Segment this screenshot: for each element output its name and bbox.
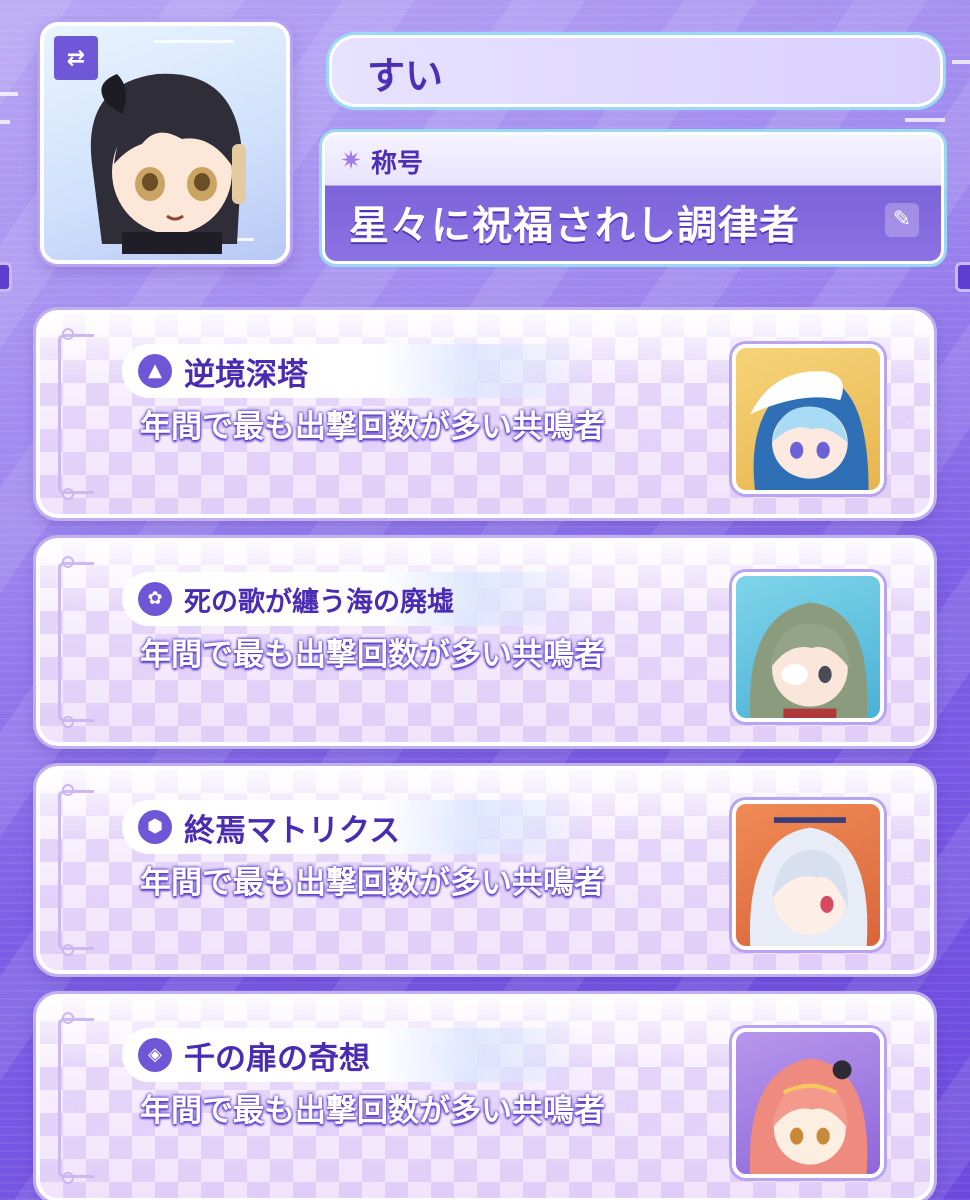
- card-bolt: [62, 1172, 74, 1184]
- glitch-line: [0, 92, 18, 96]
- stat-card: ▲ 逆境深塔 年間で最も出撃回数が多い共鳴者: [36, 310, 934, 518]
- game-mode-name: 千の扉の奇想: [184, 1040, 370, 1077]
- title-label-row: ✷ 称号: [337, 141, 423, 181]
- silver-haired-resonator-portrait: [732, 800, 884, 950]
- card-header: ✿ 死の歌が纏う海の廃墟: [122, 572, 592, 626]
- card-rail: [58, 334, 94, 494]
- stat-card: ◈ 千の扉の奇想 年間で最も出撃回数が多い共鳴者: [36, 994, 934, 1200]
- edit-icon[interactable]: ✎: [885, 203, 919, 237]
- card-header: ⬢ 終焉マトリクス: [122, 800, 592, 854]
- card-description: 年間で最も出撃回数が多い共鳴者: [140, 1093, 605, 1129]
- card-bolt: [62, 328, 74, 340]
- stat-card: ✿ 死の歌が纏う海の廃墟 年間で最も出撃回数が多い共鳴者: [36, 538, 934, 746]
- title-label: 称号: [371, 148, 424, 179]
- glitch-line: [905, 118, 945, 122]
- player-name-box: すい: [326, 32, 946, 110]
- card-bolt: [62, 488, 74, 500]
- pink-haired-resonator-portrait: [732, 1028, 884, 1178]
- card-rail: [58, 562, 94, 722]
- card-description: 年間で最も出撃回数が多い共鳴者: [140, 409, 605, 445]
- card-header: ▲ 逆境深塔: [122, 344, 592, 398]
- game-mode-name: 死の歌が纏う海の廃墟: [184, 586, 454, 618]
- glitch-line: [0, 120, 10, 124]
- player-avatar[interactable]: ⇄: [40, 22, 290, 264]
- card-rail: [58, 790, 94, 950]
- game-mode-name: 逆境深塔: [184, 356, 308, 393]
- swap-arrows-icon[interactable]: ⇄: [54, 36, 98, 80]
- diamond-emblem-icon: ◈: [138, 1038, 172, 1072]
- frame-accent: [154, 40, 234, 43]
- card-description: 年間で最も出撃回数が多い共鳴者: [140, 865, 605, 901]
- swirl-emblem-icon: ✿: [138, 582, 172, 616]
- card-description: 年間で最も出撃回数が多い共鳴者: [140, 637, 605, 673]
- card-header: ◈ 千の扉の奇想: [122, 1028, 592, 1082]
- card-bolt: [62, 1012, 74, 1024]
- side-pin: [955, 262, 970, 292]
- green-haired-resonator-portrait: [732, 572, 884, 722]
- card-bolt: [62, 784, 74, 796]
- player-title-box[interactable]: ✷ 称号 星々に祝福されし調律者 ✎: [322, 132, 944, 264]
- game-mode-name: 終焉マトリクス: [184, 812, 401, 849]
- sparkle-icon: ✷: [340, 146, 362, 176]
- card-bolt: [62, 944, 74, 956]
- glitch-line: [952, 60, 970, 64]
- white-haired-resonator-portrait: [732, 344, 884, 494]
- card-bolt: [62, 556, 74, 568]
- side-pin: [0, 262, 12, 292]
- hex-emblem-icon: ⬢: [138, 810, 172, 844]
- player-name: すい: [367, 54, 444, 98]
- player-title: 星々に祝福されし調律者: [349, 203, 800, 249]
- card-bolt: [62, 716, 74, 728]
- triangle-emblem-icon: ▲: [138, 354, 172, 388]
- stat-card: ⬢ 終焉マトリクス 年間で最も出撃回数が多い共鳴者: [36, 766, 934, 974]
- card-rail: [58, 1018, 94, 1178]
